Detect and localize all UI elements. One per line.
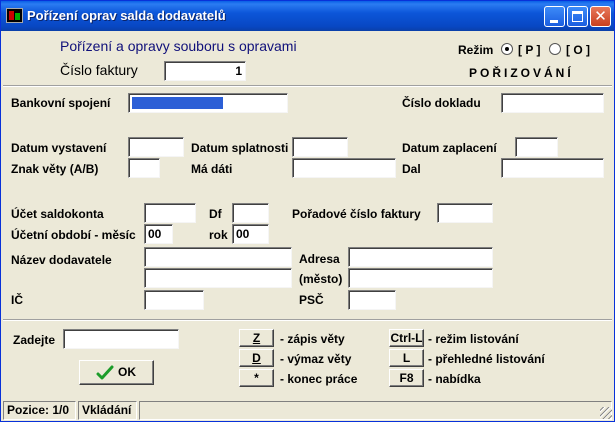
ok-label: OK <box>118 365 136 379</box>
address-label: Adresa <box>299 252 340 266</box>
key-d-label: D <box>252 351 261 365</box>
supplier-name-label: Název dodavatele <box>11 253 112 267</box>
minimize-icon <box>550 20 558 23</box>
key-d-desc: - výmaz věty <box>280 352 352 366</box>
key-ctrl-l-button[interactable]: Ctrl-L <box>389 329 424 347</box>
mode-label: Režim <box>458 43 494 57</box>
mode-p-radio[interactable] <box>501 43 513 55</box>
key-ctrl-l-desc: - režim listování <box>428 332 519 346</box>
order-number-label: Pořadové číslo faktury <box>292 207 421 221</box>
status-empty <box>139 401 612 420</box>
period-month-field[interactable]: 00 <box>144 224 173 244</box>
form-subtitle: Pořízení a opravy souboru s opravami <box>60 38 297 54</box>
df-label: Df <box>209 207 222 221</box>
df-field[interactable] <box>232 203 269 223</box>
status-position: Pozice: 1/0 <box>3 401 76 420</box>
ic-field[interactable] <box>144 290 204 310</box>
resize-grip-icon[interactable] <box>600 407 612 419</box>
invoice-number-label: Číslo faktury <box>60 62 138 78</box>
due-date-field[interactable] <box>292 137 348 157</box>
supplier-name-field-2[interactable] <box>144 268 292 288</box>
year-field[interactable]: 00 <box>232 224 269 244</box>
key-l-label: L <box>402 351 411 365</box>
invoice-number-field[interactable]: 1 <box>164 61 246 81</box>
credit-label: Dal <box>402 162 421 176</box>
address-field[interactable] <box>348 247 493 267</box>
key-ctrl-l-label: Ctrl-L <box>390 331 423 345</box>
psc-field[interactable] <box>348 290 396 310</box>
account-field[interactable] <box>144 203 196 223</box>
bank-field[interactable] <box>128 93 288 113</box>
mode-o-label[interactable]: [ O ] <box>566 43 590 57</box>
key-star-label: * <box>254 371 259 385</box>
mode-o-radio[interactable] <box>549 43 561 55</box>
due-date-label: Datum splatnosti <box>191 141 289 155</box>
app-icon[interactable] <box>6 8 23 23</box>
bank-progress-fill <box>132 97 223 109</box>
status-mode: Vkládání <box>78 401 137 420</box>
account-label: Účet saldokonta <box>11 207 104 221</box>
key-l-button[interactable]: L <box>389 349 424 367</box>
year-label: rok <box>209 228 228 242</box>
checkmark-icon <box>96 365 114 380</box>
ic-label: IČ <box>11 293 23 307</box>
city-label: (město) <box>299 272 343 286</box>
main-window: Pořízení oprav salda dodavatelů ✕ Poříze… <box>0 0 615 422</box>
enter-combo[interactable] <box>63 329 179 349</box>
key-l-desc: - přehledné listování <box>428 352 545 366</box>
close-icon: ✕ <box>594 7 607 25</box>
sign-field[interactable] <box>128 158 160 178</box>
key-star-button[interactable]: * <box>239 369 274 387</box>
close-button[interactable]: ✕ <box>590 6 611 27</box>
bank-label: Bankovní spojení <box>11 96 111 110</box>
key-f8-desc: - nabídka <box>428 372 481 386</box>
paid-date-label: Datum zaplacení <box>402 141 497 155</box>
maximize-button[interactable] <box>567 6 588 27</box>
supplier-name-field[interactable] <box>144 247 292 267</box>
credit-field[interactable] <box>501 158 604 178</box>
minimize-button[interactable] <box>544 6 565 27</box>
maximize-icon <box>572 11 583 22</box>
mode-p-label[interactable]: [ P ] <box>518 43 540 57</box>
key-f8-label: F8 <box>399 371 414 385</box>
debit-label: Má dáti <box>191 162 233 176</box>
doc-number-label: Číslo dokladu <box>402 96 481 110</box>
period-label: Účetní období - měsíc <box>11 228 136 242</box>
doc-number-field[interactable] <box>501 93 604 113</box>
key-f8-button[interactable]: F8 <box>389 369 424 387</box>
controls-separator <box>3 319 612 321</box>
debit-field[interactable] <box>292 158 396 178</box>
key-z-label: Z <box>252 331 261 345</box>
sign-label: Znak věty (A/B) <box>11 162 99 176</box>
key-z-desc: - zápis věty <box>280 332 345 346</box>
psc-label: PSČ <box>299 293 324 307</box>
window-title: Pořízení oprav salda dodavatelů <box>27 8 226 23</box>
title-bar[interactable]: Pořízení oprav salda dodavatelů ✕ <box>1 1 614 31</box>
paid-date-field[interactable] <box>515 137 558 157</box>
key-z-button[interactable]: Z <box>239 329 274 347</box>
issue-date-field[interactable] <box>128 137 184 157</box>
header-separator <box>3 85 612 87</box>
mode-status: POŘIZOVÁNÍ <box>469 66 574 80</box>
issue-date-label: Datum vystavení <box>11 141 107 155</box>
enter-label: Zadejte <box>13 333 56 347</box>
order-number-field[interactable] <box>437 203 493 223</box>
key-d-button[interactable]: D <box>239 349 274 367</box>
city-field[interactable] <box>348 268 493 288</box>
key-star-desc: - konec práce <box>280 372 358 386</box>
ok-button[interactable]: OK <box>79 360 154 385</box>
